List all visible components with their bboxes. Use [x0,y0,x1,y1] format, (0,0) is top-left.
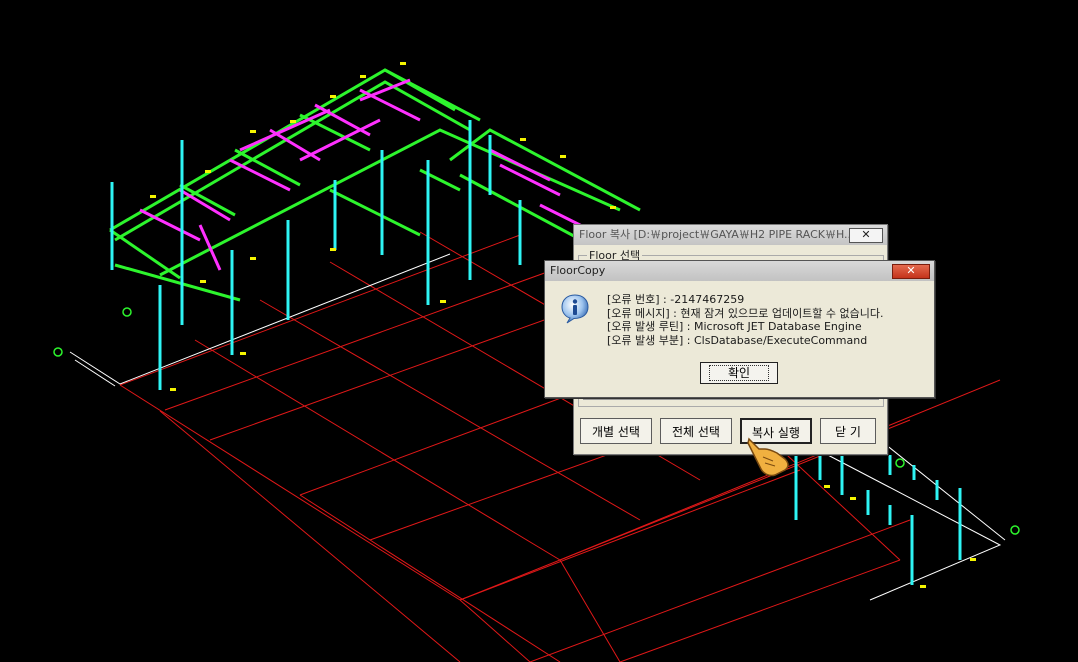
error-message: [오류 번호] : -2147467259 [오류 메시지] : 현재 잠겨 있… [607,293,884,347]
error-line-routine: [오류 발생 루틴] : Microsoft JET Database Engi… [607,320,862,333]
ok-button-label: 확인 [708,365,770,381]
error-line-number: [오류 번호] : -2147467259 [607,293,745,306]
ok-button[interactable]: 확인 [700,362,778,384]
error-dialog-close-button[interactable]: ✕ [892,264,930,279]
error-line-message: [오류 메시지] : 현재 잠겨 있으므로 업데이트할 수 없습니다. [607,306,884,320]
error-dialog-title: FloorCopy [545,261,934,281]
individual-select-button[interactable]: 개별 선택 [580,418,652,444]
select-all-button[interactable]: 전체 선택 [660,418,732,444]
floor-copy-title: Floor 복사 [D:￦project￦GAYA￦H2 PIPE RACK￦H… [574,225,887,245]
hand-pointer-icon [747,437,789,477]
floor-copy-close-button[interactable]: ✕ [849,228,883,243]
error-dialog: FloorCopy ✕ [오류 번호] : -2147467259 [오류 메시… [544,260,935,398]
error-line-location: [오류 발생 부분] : ClsDatabase/ExecuteCommand [607,333,868,347]
close-button[interactable]: 닫 기 [820,418,876,444]
magenta-braces [139,78,601,271]
info-icon [561,294,589,324]
